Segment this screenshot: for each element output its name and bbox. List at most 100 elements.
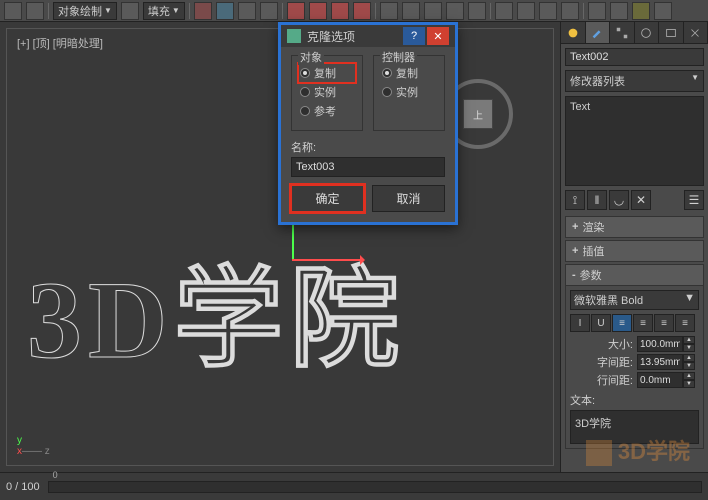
spinner-down-icon[interactable]: ▼ bbox=[683, 362, 695, 370]
object-name-input[interactable] bbox=[565, 48, 704, 66]
snap-button[interactable] bbox=[309, 2, 327, 20]
align-center-button[interactable]: ≡ bbox=[633, 314, 653, 332]
stack-item[interactable]: Text bbox=[570, 101, 699, 113]
configure-sets-button[interactable]: ☰ bbox=[684, 190, 704, 210]
tool-button[interactable] bbox=[402, 2, 420, 20]
tab-create[interactable] bbox=[561, 22, 586, 43]
radio-icon bbox=[300, 68, 310, 78]
chevron-down-icon: ▼ bbox=[172, 6, 180, 15]
timeline-slider[interactable]: 0 bbox=[48, 481, 702, 493]
radio-label: 复制 bbox=[314, 65, 336, 81]
name-label: 名称: bbox=[291, 139, 445, 155]
fill-dropdown[interactable]: 填充▼ bbox=[143, 2, 185, 20]
tab-modify[interactable] bbox=[586, 22, 611, 43]
modifier-list-dropdown[interactable]: 修改器列表▼ bbox=[565, 70, 704, 92]
rollout-interpolation[interactable]: +插值 bbox=[565, 240, 704, 262]
group-legend: 控制器 bbox=[380, 49, 417, 65]
tool-button[interactable] bbox=[424, 2, 442, 20]
separator bbox=[48, 3, 49, 19]
tool-button[interactable] bbox=[216, 2, 234, 20]
radio-icon bbox=[300, 106, 310, 116]
object-group: 对象 复制 实例 参考 bbox=[291, 55, 363, 131]
status-bar: 0 / 100 0 bbox=[0, 472, 708, 500]
align-left-button[interactable]: ≡ bbox=[612, 314, 632, 332]
tool-button[interactable] bbox=[632, 2, 650, 20]
tool-button[interactable] bbox=[238, 2, 256, 20]
italic-button[interactable]: I bbox=[570, 314, 590, 332]
pin-stack-button[interactable]: ⟟ bbox=[565, 190, 585, 210]
align-right-button[interactable]: ≡ bbox=[654, 314, 674, 332]
remove-modifier-button[interactable]: ✕ bbox=[631, 190, 651, 210]
scene-text-object[interactable]: 3D学院 bbox=[27, 229, 405, 389]
radio-copy[interactable]: 复制 bbox=[300, 65, 354, 81]
tool-button[interactable] bbox=[4, 2, 22, 20]
command-panel-tabs bbox=[561, 22, 708, 44]
separator bbox=[490, 3, 491, 19]
radio-instance[interactable]: 实例 bbox=[300, 84, 354, 100]
radio-label: 实例 bbox=[396, 84, 418, 100]
tool-button[interactable] bbox=[468, 2, 486, 20]
kerning-spinner[interactable]: ▲▼ bbox=[637, 354, 699, 370]
radio-reference[interactable]: 参考 bbox=[300, 103, 354, 119]
help-button[interactable]: ? bbox=[403, 27, 425, 45]
radio-ctrl-copy[interactable]: 复制 bbox=[382, 65, 436, 81]
separator bbox=[189, 3, 190, 19]
dialog-titlebar[interactable]: 克隆选项 ? ✕ bbox=[281, 25, 455, 47]
tab-motion[interactable] bbox=[635, 22, 660, 43]
leading-input[interactable] bbox=[637, 372, 683, 388]
cancel-button[interactable]: 取消 bbox=[372, 185, 445, 212]
spinner-up-icon[interactable]: ▲ bbox=[683, 372, 695, 380]
viewport-label[interactable]: [+] [顶] [明暗处理] bbox=[17, 35, 103, 51]
separator bbox=[282, 3, 283, 19]
underline-button[interactable]: U bbox=[591, 314, 611, 332]
ok-button[interactable]: 确定 bbox=[291, 185, 364, 212]
stack-toolbar: ⟟ ‖ ◡ ✕ ☰ bbox=[565, 190, 704, 210]
tool-button[interactable] bbox=[194, 2, 212, 20]
kerning-input[interactable] bbox=[637, 354, 683, 370]
radio-icon bbox=[300, 87, 310, 97]
tool-button[interactable] bbox=[26, 2, 44, 20]
radio-ctrl-instance[interactable]: 实例 bbox=[382, 84, 436, 100]
rollout-parameters[interactable]: -参数 bbox=[565, 264, 704, 286]
align-justify-button[interactable]: ≡ bbox=[675, 314, 695, 332]
make-unique-button[interactable]: ◡ bbox=[609, 190, 629, 210]
leading-spinner[interactable]: ▲▼ bbox=[637, 372, 699, 388]
size-spinner[interactable]: ▲▼ bbox=[637, 336, 699, 352]
tool-button[interactable] bbox=[654, 2, 672, 20]
rollout-render[interactable]: +渲染 bbox=[565, 216, 704, 238]
chevron-down-icon: ▼ bbox=[684, 292, 695, 308]
tab-display[interactable] bbox=[659, 22, 684, 43]
tab-hierarchy[interactable] bbox=[610, 22, 635, 43]
tool-button[interactable] bbox=[588, 2, 606, 20]
kerning-label: 字间距: bbox=[570, 354, 637, 370]
tool-button[interactable] bbox=[121, 2, 139, 20]
tool-button[interactable] bbox=[446, 2, 464, 20]
clone-name-input[interactable] bbox=[291, 157, 445, 177]
radio-icon bbox=[382, 87, 392, 97]
spinner-up-icon[interactable]: ▲ bbox=[683, 336, 695, 344]
modifier-stack[interactable]: Text bbox=[565, 96, 704, 186]
spinner-down-icon[interactable]: ▼ bbox=[683, 380, 695, 388]
font-dropdown[interactable]: 微软雅黑 Bold▼ bbox=[570, 290, 699, 310]
size-input[interactable] bbox=[637, 336, 683, 352]
snap-button[interactable] bbox=[331, 2, 349, 20]
paint-mode-dropdown[interactable]: 对象绘制▼ bbox=[53, 2, 117, 20]
tool-button[interactable] bbox=[610, 2, 628, 20]
close-button[interactable]: ✕ bbox=[427, 27, 449, 45]
viewcube-face[interactable]: 上 bbox=[463, 99, 493, 129]
spinner-up-icon[interactable]: ▲ bbox=[683, 354, 695, 362]
text-input[interactable]: 3D学院 bbox=[570, 410, 699, 444]
snap-button[interactable] bbox=[353, 2, 371, 20]
show-end-result-button[interactable]: ‖ bbox=[587, 190, 607, 210]
snap-button[interactable] bbox=[287, 2, 305, 20]
spinner-down-icon[interactable]: ▼ bbox=[683, 344, 695, 352]
rollout-label: 渲染 bbox=[582, 219, 604, 235]
tool-button[interactable] bbox=[380, 2, 398, 20]
tab-utilities[interactable] bbox=[684, 22, 708, 43]
tool-button[interactable] bbox=[260, 2, 278, 20]
tool-button[interactable] bbox=[561, 2, 579, 20]
tool-button[interactable] bbox=[517, 2, 535, 20]
tool-button[interactable] bbox=[495, 2, 513, 20]
gizmo-x-axis[interactable] bbox=[292, 259, 362, 261]
tool-button[interactable] bbox=[539, 2, 557, 20]
